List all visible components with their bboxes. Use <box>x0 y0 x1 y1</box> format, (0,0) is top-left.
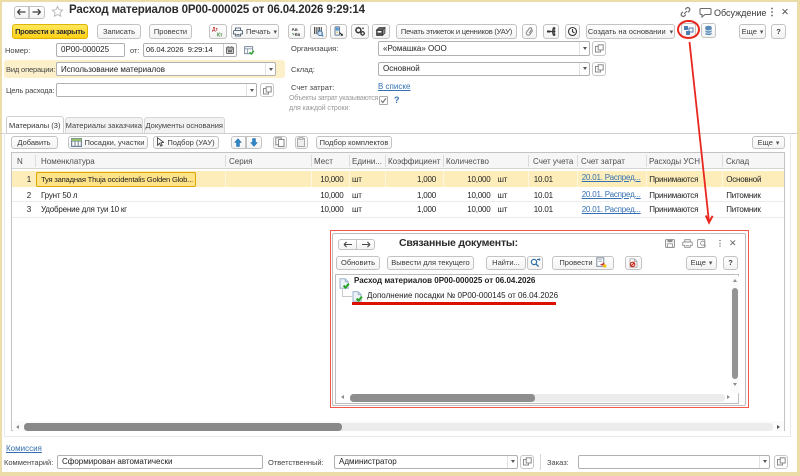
svg-text:Кв: Кв <box>295 32 301 37</box>
svg-text:Кт: Кт <box>217 33 223 38</box>
